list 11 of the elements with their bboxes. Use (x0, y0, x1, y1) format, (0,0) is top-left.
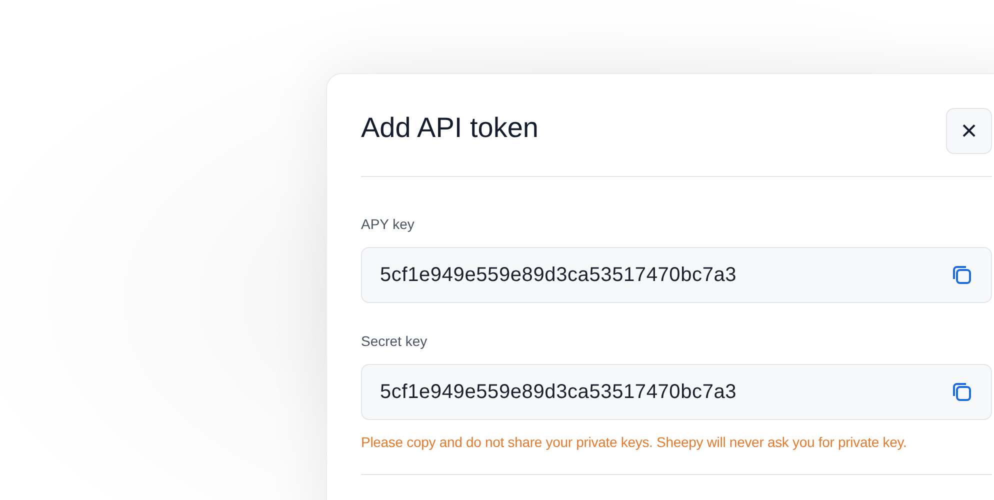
key-value: 5cf1e949e559e89d3ca53517470bc7a3 (380, 380, 737, 404)
close-button[interactable]: × (946, 108, 992, 154)
field-label: Secret key (361, 333, 428, 349)
dialog-title: Add API token (361, 112, 538, 144)
key-field[interactable]: 5cf1e949e559e89d3ca53517470bc7a3 (361, 364, 992, 420)
copy-icon[interactable] (951, 381, 973, 403)
field-label: APY key (361, 216, 416, 232)
key-field[interactable]: 5cf1e949e559e89d3ca53517470bc7a3 (361, 247, 992, 303)
copy-icon[interactable] (951, 264, 973, 286)
warning-text: Please copy and do not share your private keys. Sheepy will never ask you for private key. (361, 434, 908, 450)
key-value: 5cf1e949e559e89d3ca53517470bc7a3 (380, 264, 737, 286)
